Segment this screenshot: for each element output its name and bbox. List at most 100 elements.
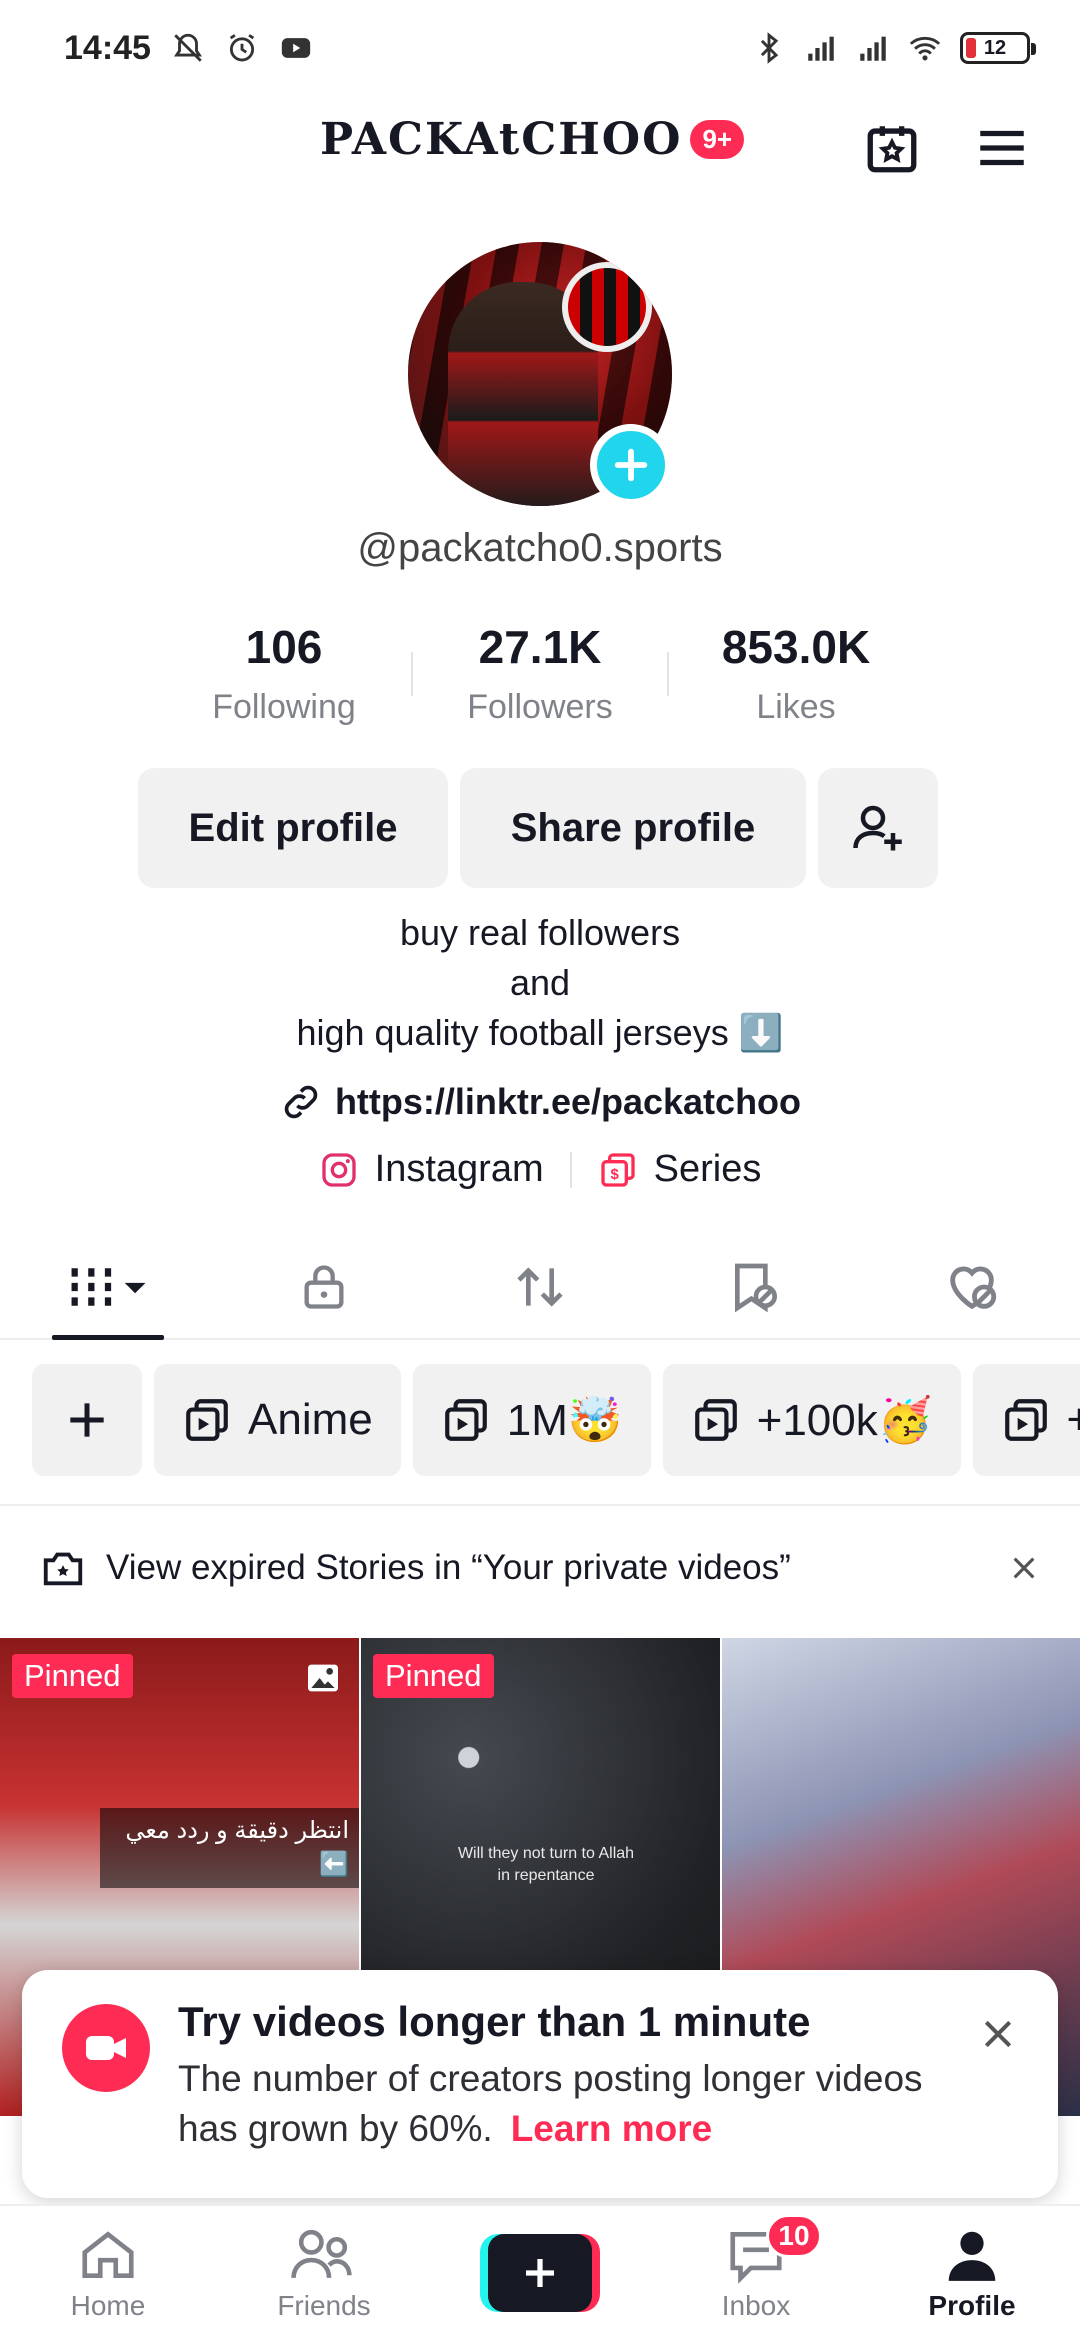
add-user-icon: [853, 805, 902, 851]
menu-button[interactable]: [972, 118, 1032, 178]
long-video-promo: Try videos longer than 1 minute The numb…: [22, 1970, 1058, 2198]
videos-grid-icon: [71, 1268, 146, 1306]
social-divider: [569, 1151, 572, 1188]
stat-value: 106: [245, 621, 323, 673]
add-friends-button[interactable]: [818, 768, 938, 888]
bio-line: buy real followers: [399, 912, 681, 953]
lock-icon: [304, 1265, 344, 1309]
alarm-icon: [229, 34, 255, 62]
video-caption-overlay: انتظر دقيقة و ردد معي ⬅️: [100, 1808, 359, 1888]
tab-reposts[interactable]: [432, 1236, 648, 1338]
notification-badge: 9+: [690, 120, 745, 159]
stat-label: Likes: [756, 688, 836, 726]
bio-link[interactable]: https://linktr.ee/packatchoo: [0, 1080, 1080, 1124]
playlist-chip[interactable]: +100k🥳: [662, 1364, 961, 1476]
stat-label: Following: [212, 688, 356, 726]
edit-profile-button[interactable]: Edit profile: [138, 768, 448, 888]
stories-notice[interactable]: View expired Stories in “Your private vi…: [0, 1532, 1080, 1604]
nav-home[interactable]: Home: [0, 2206, 216, 2340]
social-links: Instagram $ Series: [0, 1148, 1080, 1191]
playlist-label: 1M🤯: [506, 1396, 623, 1445]
playlist-chip[interactable]: +: [972, 1364, 1080, 1476]
video-caption-overlay: Will they not turn to Allah in repentanc…: [457, 1845, 635, 1884]
playlist-icon: [694, 1399, 737, 1441]
profile-icon: [948, 2231, 996, 2281]
hamburger-menu-icon: [980, 130, 1024, 166]
learn-more-link[interactable]: Learn more: [511, 2108, 713, 2149]
playlist-chip[interactable]: Anime: [154, 1364, 401, 1476]
section-divider: [0, 1504, 1080, 1506]
profile-actions: Edit profile Share profile: [138, 768, 938, 888]
pinned-badge: Pinned: [12, 1654, 133, 1698]
nav-create[interactable]: [432, 2206, 648, 2340]
playlist-label: Anime: [248, 1395, 373, 1444]
video-camera-icon: [86, 2036, 126, 2060]
share-profile-button[interactable]: Share profile: [460, 768, 806, 888]
tab-videos[interactable]: [0, 1236, 216, 1340]
bio-link-text: https://linktr.ee/packatchoo: [334, 1081, 802, 1122]
playlist-icon: [1004, 1399, 1047, 1441]
signal-icon-2: [860, 36, 886, 61]
avatar-crest: [562, 262, 652, 352]
nav-friends[interactable]: Friends: [216, 2206, 432, 2340]
close-icon[interactable]: [1008, 1552, 1040, 1584]
series-icon: $: [600, 1152, 635, 1187]
promo-body: The number of creators posting longer vi…: [178, 2054, 978, 2154]
tab-private[interactable]: [216, 1236, 432, 1338]
tab-favorites[interactable]: [648, 1236, 864, 1338]
stat-likes[interactable]: 853.0K Likes: [669, 620, 923, 727]
playlist-label: +: [1066, 1395, 1080, 1444]
promo-text: Try videos longer than 1 minute The numb…: [178, 1998, 978, 2170]
series-link[interactable]: Series: [654, 1148, 762, 1191]
create-button[interactable]: [480, 2234, 600, 2312]
tab-liked[interactable]: [864, 1236, 1080, 1338]
status-right: 12: [752, 31, 1036, 65]
create-button-face: [488, 2234, 592, 2312]
stat-following[interactable]: 106 Following: [157, 620, 411, 727]
add-story-button[interactable]: [590, 424, 672, 506]
stories-notice-text: View expired Stories in “Your private vi…: [106, 1548, 791, 1587]
stat-value: 27.1K: [478, 621, 602, 673]
friends-icon: [291, 2229, 352, 2279]
stat-followers[interactable]: 27.1K Followers: [413, 620, 667, 727]
playlist-icon: [186, 1399, 228, 1441]
bottom-navigation: Home Friends Inbox 10 Profile: [0, 2204, 1080, 2340]
bookmark-hidden-icon: [735, 1263, 777, 1313]
photo-icon: [308, 1664, 338, 1692]
status-time: 14:45: [64, 28, 151, 67]
account-switcher[interactable]: PACKAtCHOO 9+: [320, 114, 745, 165]
nav-inbox[interactable]: Inbox 10: [648, 2206, 864, 2340]
battery-level: 12: [983, 36, 1007, 59]
profile-header: PACKAtCHOO 9+: [0, 100, 1080, 196]
repost-icon: [517, 1267, 563, 1307]
youtube-icon: [281, 38, 311, 58]
wifi-icon: [909, 36, 941, 61]
playlist-label: +100k🥳: [756, 1396, 933, 1445]
plus-icon: [526, 2259, 554, 2287]
content-tabs: [0, 1236, 1080, 1340]
status-left: 14:45: [64, 29, 313, 68]
calendar-star-icon: [867, 126, 917, 173]
bio-line: and: [509, 962, 571, 1003]
nav-label: Home: [70, 2290, 146, 2321]
plus-icon: [70, 1403, 104, 1437]
avatar-container[interactable]: [408, 242, 672, 506]
nav-label: Profile: [928, 2290, 1016, 2321]
playlist-chip[interactable]: 1M🤯: [412, 1364, 651, 1476]
add-playlist-button[interactable]: [32, 1364, 142, 1476]
instagram-link[interactable]: Instagram: [375, 1148, 544, 1191]
nav-label: Friends: [277, 2290, 371, 2321]
playlist-icon: [444, 1399, 487, 1441]
instagram-icon: [321, 1152, 356, 1187]
nav-label: Inbox: [721, 2290, 791, 2321]
brand-name: PACKAtCHOO: [320, 114, 683, 165]
svg-text:$: $: [610, 1166, 619, 1183]
nav-profile[interactable]: Profile: [864, 2206, 1080, 2340]
signal-icon: [808, 36, 834, 61]
close-icon[interactable]: [978, 2014, 1018, 2054]
battery-indicator: 12: [960, 32, 1036, 64]
status-bar: 14:45 12: [0, 0, 1080, 96]
calendar-button[interactable]: [862, 118, 922, 178]
camera-story-icon: [43, 1552, 83, 1586]
bio-line: high quality football jerseys ⬇️: [296, 1012, 784, 1053]
